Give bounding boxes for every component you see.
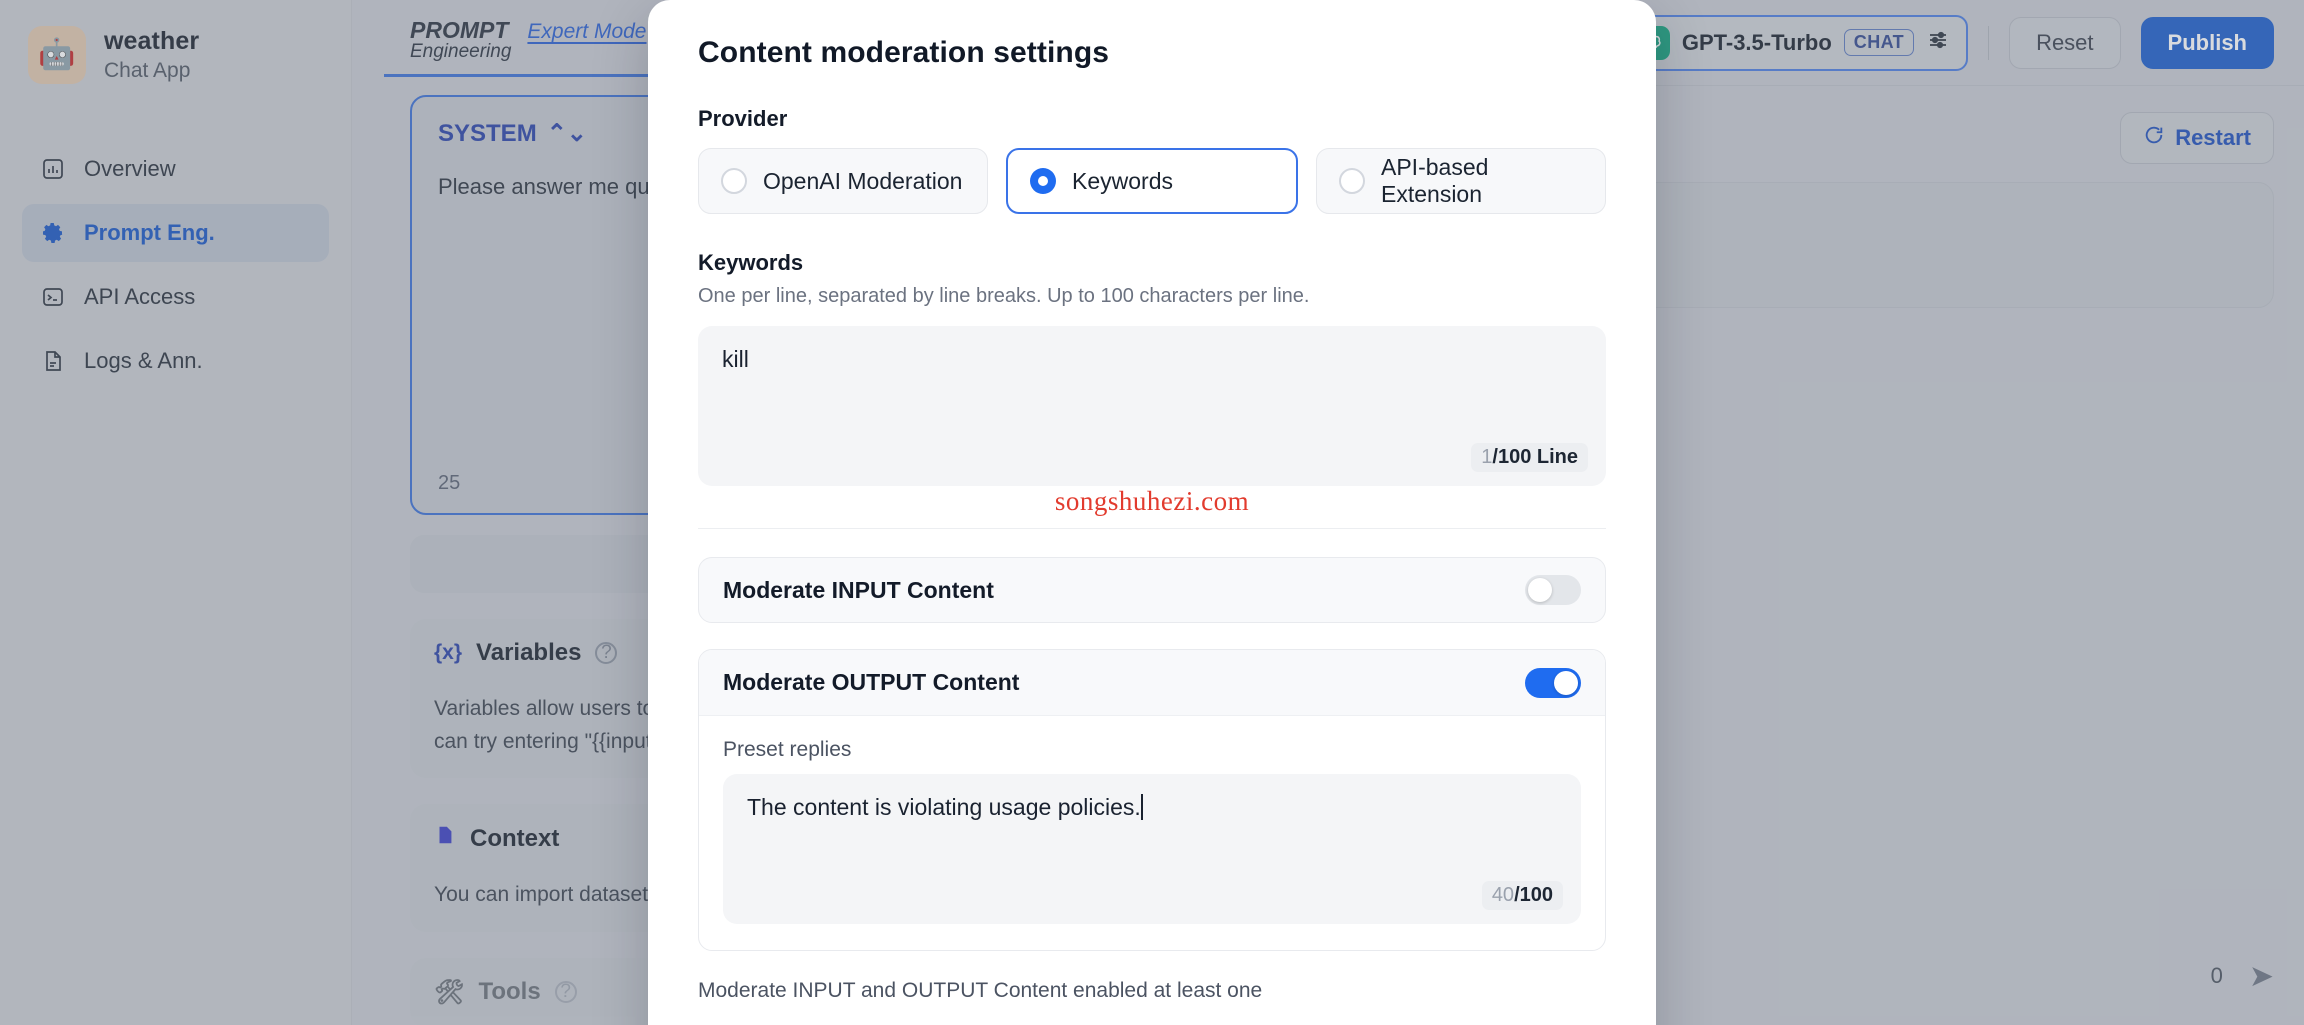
keywords-value: kill: [722, 346, 749, 372]
preset-replies-counter: 40/100: [1481, 881, 1563, 910]
moderate-input-label: Moderate INPUT Content: [723, 576, 994, 603]
provider-option-openai-moderation[interactable]: OpenAI Moderation: [698, 148, 988, 214]
preset-replies-label: Preset replies: [723, 738, 852, 761]
provider-option-label: API-based Extension: [1381, 154, 1489, 207]
moderate-output-toggle[interactable]: [1525, 667, 1581, 698]
keywords-label: Keywords: [698, 250, 804, 275]
text-caret: [1140, 794, 1143, 820]
moderate-output-card: Moderate OUTPUT Content Preset replies T…: [698, 649, 1606, 951]
moderate-input-card[interactable]: Moderate INPUT Content: [698, 557, 1606, 623]
keywords-hint: One per line, separated by line breaks. …: [698, 285, 1310, 307]
preset-replies-value: The content is violating usage policies.: [747, 794, 1141, 820]
modal-footer-note: Moderate INPUT and OUTPUT Content enable…: [698, 979, 1263, 1002]
radio-icon[interactable]: [1339, 168, 1365, 194]
moderate-input-toggle[interactable]: [1525, 575, 1581, 605]
provider-options: OpenAI Moderation Keywords API-based Ext…: [698, 148, 1606, 214]
app-root: 🤖 weather Chat App Overview Prompt Eng. …: [0, 0, 2304, 1025]
watermark: songshuhezi.com: [1054, 486, 1250, 516]
radio-icon[interactable]: [721, 168, 747, 194]
provider-option-keywords[interactable]: Keywords: [1006, 148, 1298, 214]
keywords-counter: 1/100 Line: [1471, 443, 1588, 472]
section-divider: [698, 528, 1606, 529]
moderate-output-header[interactable]: Moderate OUTPUT Content: [699, 650, 1605, 716]
keywords-textarea[interactable]: kill 1/100 Line: [698, 326, 1606, 486]
preset-replies-textarea[interactable]: The content is violating usage policies.…: [723, 774, 1581, 924]
provider-option-label: OpenAI Moderation: [763, 167, 963, 194]
provider-label: Provider: [698, 106, 788, 131]
provider-option-api-based-extension[interactable]: API-based Extension: [1316, 148, 1606, 214]
modal-title: Content moderation settings: [698, 36, 1110, 69]
moderate-output-body: Preset replies The content is violating …: [699, 716, 1605, 950]
provider-option-label: Keywords: [1072, 167, 1173, 194]
moderate-output-label: Moderate OUTPUT Content: [723, 669, 1020, 695]
radio-selected-icon[interactable]: [1030, 168, 1056, 194]
